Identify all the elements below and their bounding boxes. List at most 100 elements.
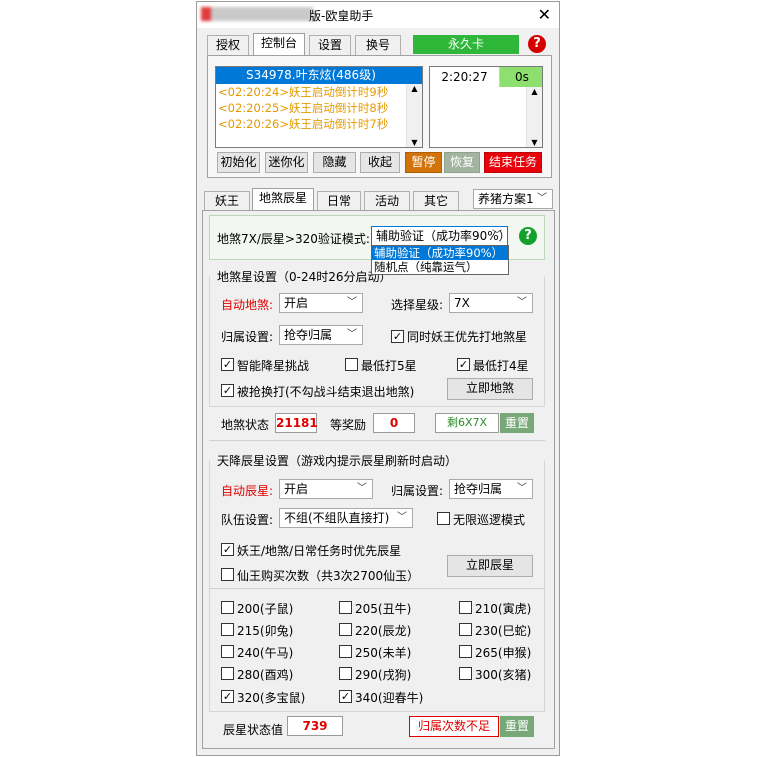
buy-count-label: 仙王购买次数（共3次2700仙玉） <box>237 569 420 583</box>
grabbed-switch-checkbox[interactable]: ✓ <box>221 384 234 397</box>
scroll-down-icon[interactable]: ▼ <box>527 138 542 147</box>
tab-disha-chenxing[interactable]: 地煞辰星 <box>252 188 314 210</box>
verify-option[interactable]: 随机点（纯靠运气） <box>372 260 508 274</box>
grabbed-switch-label: 被抢换打(不勾战斗结束退出地煞) <box>237 385 415 399</box>
smart-star-checkbox[interactable]: ✓ <box>221 358 234 371</box>
log-line: <02:20:26>妖王启动倒计时7秒 <box>218 117 389 131</box>
infinite-patrol-checkbox[interactable] <box>437 512 450 525</box>
app-window: 版-欧皇助手 ✕ 授权 控制台 设置 换号 永久卡 ? S34978.叶东炫(4… <box>196 1 560 756</box>
disha-owner-select[interactable]: 抢夺归属 ﹀ <box>279 325 363 345</box>
level-checkbox[interactable] <box>339 667 352 680</box>
title-bar: 版-欧皇助手 ✕ <box>197 2 559 28</box>
level-checkbox[interactable] <box>459 601 472 614</box>
tab-other[interactable]: 其它 <box>413 191 459 211</box>
level-label: 230(巳蛇) <box>475 624 532 638</box>
tab-authorize[interactable]: 授权 <box>207 35 249 55</box>
auto-chenxing-select[interactable]: 开启 ﹀ <box>279 479 373 499</box>
pause-button[interactable]: 暂停 <box>405 152 442 173</box>
verify-option[interactable]: 辅助验证（成功率90%） <box>372 246 508 260</box>
level-label: 220(辰龙) <box>355 624 412 638</box>
level-checkbox[interactable] <box>459 645 472 658</box>
timer-scrollbar[interactable]: ▲ ▼ <box>526 87 542 147</box>
level-label: 290(戌狗) <box>355 668 412 682</box>
disha-reset-button[interactable]: 重置 <box>500 413 534 433</box>
chenxing-status-value: 739 <box>287 716 343 736</box>
chenxing-reset-button[interactable]: 重置 <box>500 716 534 737</box>
level-checkbox[interactable] <box>339 645 352 658</box>
chevron-down-icon: ﹀ <box>397 512 407 523</box>
level-label: 340(迎春牛) <box>355 691 424 705</box>
divider <box>209 440 545 441</box>
disha-now-button[interactable]: 立即地煞 <box>447 378 533 400</box>
log-line: <02:20:24>妖王启动倒计时9秒 <box>218 85 389 99</box>
level-checkbox[interactable] <box>221 667 234 680</box>
min5-checkbox[interactable] <box>345 358 358 371</box>
scroll-up-icon[interactable]: ▲ <box>407 84 422 93</box>
auto-chenxing-label: 自动辰星: <box>221 484 274 498</box>
level-checkbox[interactable]: ✓ <box>221 690 234 703</box>
disha-owner-label: 归属设置: <box>221 330 274 344</box>
level-checkbox[interactable] <box>221 623 234 636</box>
level-label: 215(卯兔) <box>237 624 294 638</box>
verify-help-icon[interactable]: ? <box>519 227 537 245</box>
license-badge: 永久卡 <box>413 35 519 54</box>
mini-button[interactable]: 迷你化 <box>265 152 308 173</box>
divider <box>209 588 545 589</box>
chenxing-owner-select[interactable]: 抢夺归属 ﹀ <box>449 479 533 499</box>
collapse-button[interactable]: 收起 <box>360 152 400 173</box>
team-select[interactable]: 不组(不组队直接打) ﹀ <box>279 508 413 528</box>
selected-account-row[interactable]: S34978.叶东炫(486级) <box>216 67 422 84</box>
scroll-up-icon[interactable]: ▲ <box>527 87 542 96</box>
team-value: 不组(不组队直接打) <box>284 511 390 525</box>
tab-settings[interactable]: 设置 <box>309 35 351 55</box>
level-label: 280(酉鸡) <box>237 668 294 682</box>
verify-mode-value: 辅助验证（成功率90%） <box>376 229 511 243</box>
level-checkbox[interactable] <box>459 623 472 636</box>
timer-listbox[interactable]: 2:20:27 0s ▲ ▼ <box>429 66 543 148</box>
verify-mode-dropdown[interactable]: 辅助验证（成功率90%） 随机点（纯靠运气） <box>371 245 509 275</box>
level-label: 250(未羊) <box>355 646 412 660</box>
close-icon[interactable]: ✕ <box>538 5 551 24</box>
chenxing-status-label: 辰星状态值 <box>223 723 284 737</box>
scroll-down-icon[interactable]: ▼ <box>407 138 422 147</box>
chenxing-owner-value: 抢夺归属 <box>454 482 503 496</box>
owner-status-text: 归属次数不足 <box>409 716 499 737</box>
plan-select[interactable]: 养猪方案1 ﹀ <box>473 189 553 209</box>
tab-activity[interactable]: 活动 <box>364 191 410 211</box>
hide-button[interactable]: 隐藏 <box>313 152 356 173</box>
chenxing-owner-label: 归属设置: <box>391 484 444 498</box>
disha-owner-value: 抢夺归属 <box>284 328 333 342</box>
infinite-patrol-label: 无限巡逻模式 <box>453 513 526 527</box>
init-button[interactable]: 初始化 <box>217 152 260 173</box>
priority-chenxing-checkbox[interactable]: ✓ <box>221 543 234 556</box>
tab-daily[interactable]: 日常 <box>317 191 361 211</box>
min4-checkbox[interactable]: ✓ <box>457 358 470 371</box>
priority-disha-checkbox[interactable]: ✓ <box>391 330 404 343</box>
buy-count-checkbox[interactable] <box>221 568 234 581</box>
tab-yaowang[interactable]: 妖王 <box>204 191 250 211</box>
level-checkbox[interactable] <box>221 601 234 614</box>
level-checkbox[interactable] <box>459 667 472 680</box>
end-task-button[interactable]: 结束任务 <box>484 152 542 173</box>
level-checkbox[interactable] <box>339 623 352 636</box>
log-scrollbar[interactable]: ▲ ▼ <box>406 84 422 147</box>
disha-status-value: 21181 <box>275 413 318 433</box>
level-checkbox[interactable]: ✓ <box>339 690 352 703</box>
tab-switch-account[interactable]: 换号 <box>355 35 401 55</box>
help-icon[interactable]: ? <box>528 35 546 53</box>
chevron-down-icon: ﹀ <box>357 483 367 494</box>
chevron-down-icon: ﹀ <box>517 483 527 494</box>
level-checkbox[interactable] <box>339 601 352 614</box>
auto-disha-select[interactable]: 开启 ﹀ <box>279 293 363 313</box>
reward-value: 0 <box>373 413 415 433</box>
verify-mode-select[interactable]: 辅助验证（成功率90%） ﹀ <box>371 226 511 246</box>
resume-button[interactable]: 恢复 <box>444 152 480 173</box>
clock-time: 2:20:27 <box>430 67 500 87</box>
verify-mode-label: 地煞7X/辰星>320验证模式: <box>217 232 370 246</box>
log-line: <02:20:25>妖王启动倒计时8秒 <box>218 101 389 115</box>
tab-console[interactable]: 控制台 <box>253 33 305 55</box>
star-level-select[interactable]: 7X ﹀ <box>449 293 533 313</box>
log-listbox[interactable]: S34978.叶东炫(486级) <02:20:24>妖王启动倒计时9秒 <02… <box>215 66 423 148</box>
level-checkbox[interactable] <box>221 645 234 658</box>
chenxing-now-button[interactable]: 立即辰星 <box>447 555 533 577</box>
